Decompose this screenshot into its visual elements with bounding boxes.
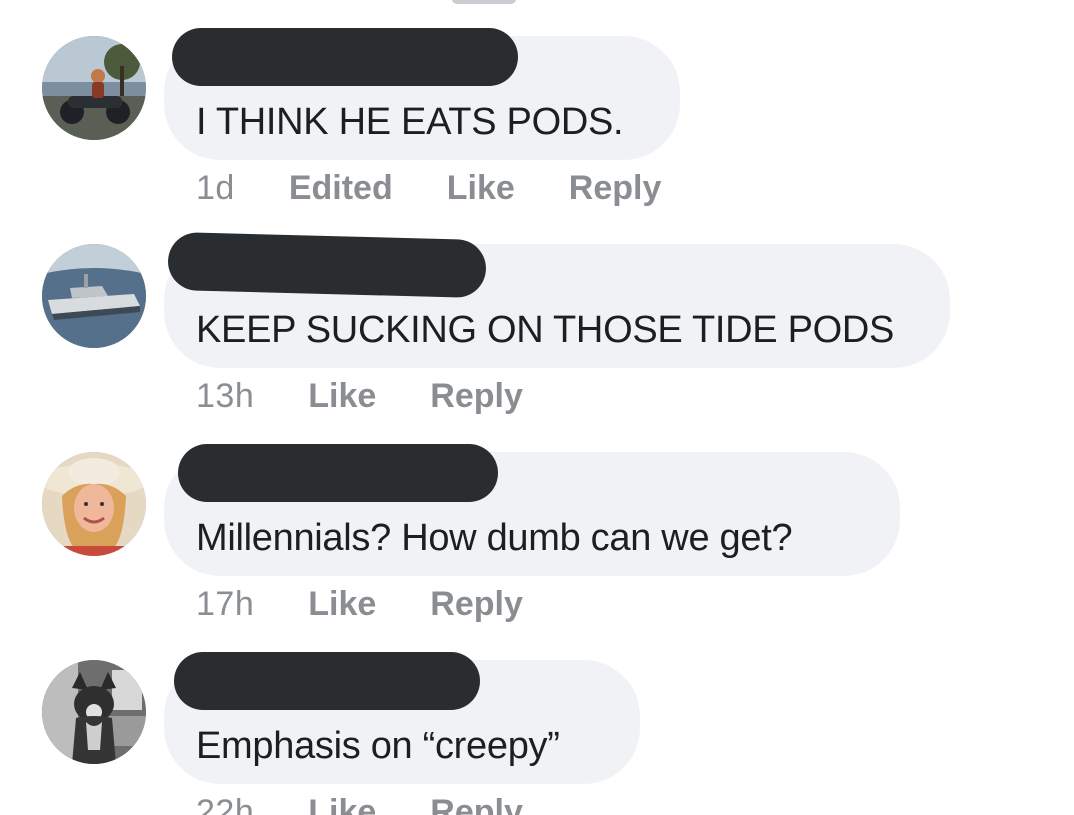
redacted-author-name	[174, 652, 480, 710]
motorcycle-rider-avatar[interactable]	[42, 36, 146, 140]
comment-text: KEEP SUCKING ON THOSE TIDE PODS	[196, 309, 895, 351]
redacted-author-name	[167, 231, 487, 299]
reply-button[interactable]: Reply	[430, 793, 523, 815]
comment-bubble: Emphasis on “creepy”	[164, 652, 640, 784]
comment-bubble: I THINK HE EATS PODS.	[164, 28, 680, 160]
ship-avatar[interactable]	[42, 244, 146, 348]
comment-item: Millennials? How dumb can we get? 17h Li…	[0, 408, 1074, 623]
comment-bubble: KEEP SUCKING ON THOSE TIDE PODS	[164, 231, 950, 368]
comment-timestamp[interactable]: 22h	[196, 793, 254, 815]
comment-actions: 22h Like Reply	[196, 792, 523, 815]
dog-avatar[interactable]	[42, 660, 146, 764]
comment-text: I THINK HE EATS PODS.	[196, 101, 624, 143]
woman-cowboy-hat-avatar[interactable]	[42, 452, 146, 556]
redacted-author-name	[178, 444, 498, 502]
comment-bubble: Millennials? How dumb can we get?	[164, 444, 900, 576]
redacted-author-name	[172, 28, 518, 86]
like-button[interactable]: Like	[308, 793, 376, 815]
comment-item: I THINK HE EATS PODS. 1d Edited Like Rep…	[0, 0, 1074, 207]
comment-text: Emphasis on “creepy”	[196, 725, 560, 767]
comment-item: KEEP SUCKING ON THOSE TIDE PODS 13h Like…	[0, 200, 1074, 415]
comment-item: Emphasis on “creepy” 22h Like Reply	[0, 616, 1074, 815]
comment-text: Millennials? How dumb can we get?	[196, 517, 793, 559]
